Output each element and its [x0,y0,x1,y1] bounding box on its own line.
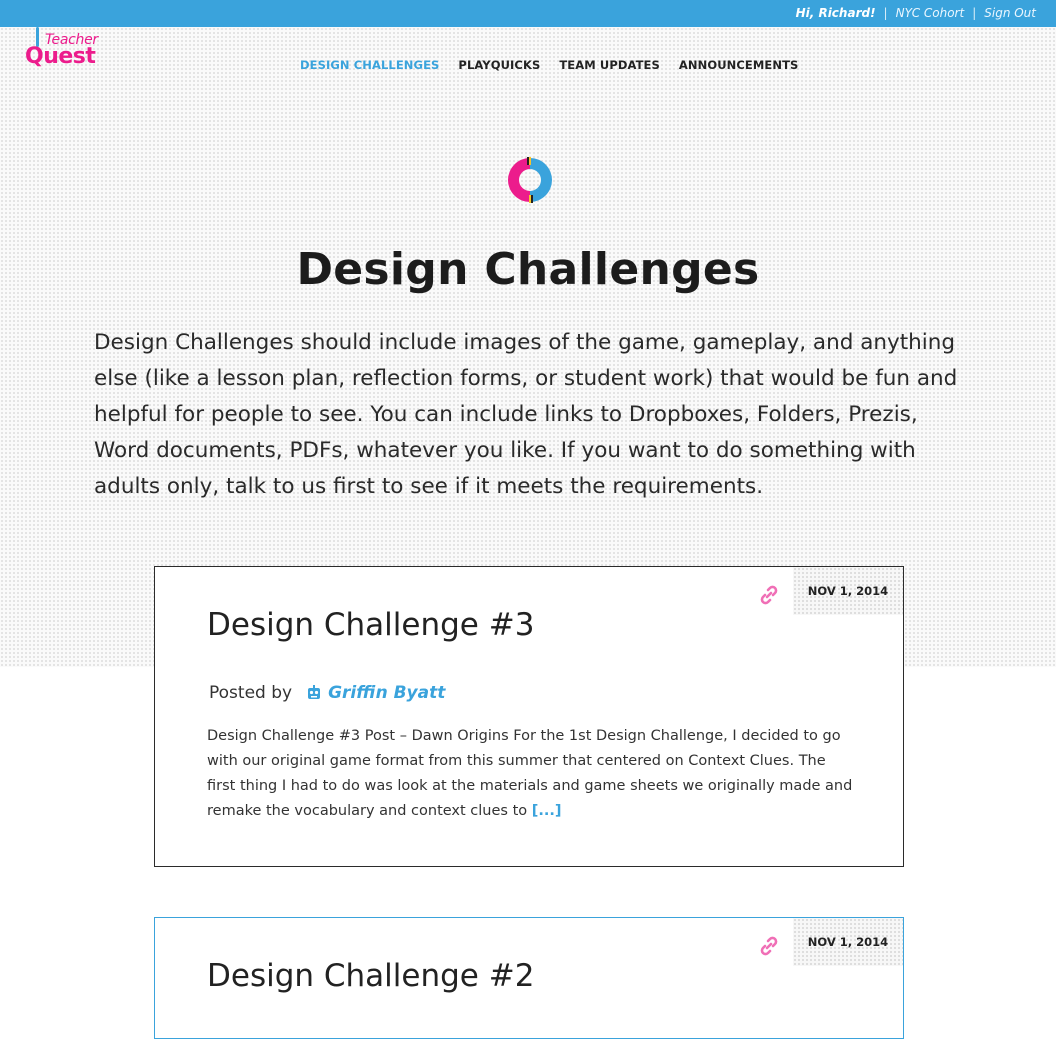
post-excerpt: Design Challenge #3 Post – Dawn Origins … [207,724,857,824]
post-card: NOV 1, 2014 Design Challenge #3 Posted b… [154,566,904,867]
post-excerpt-text: Design Challenge #3 Post – Dawn Origins … [207,728,853,819]
logo-quest-text: Quest [25,44,96,69]
post-card: NOV 1, 2014 Design Challenge #2 [154,917,904,1039]
posted-by-label: Posted by [209,683,293,703]
nav-item-design-challenges[interactable]: DESIGN CHALLENGES [300,58,439,72]
cohort-link[interactable]: NYC Cohort [896,6,965,20]
user-greeting: Hi, Richard! [795,6,876,20]
main-nav: DESIGN CHALLENGES PLAYQUICKS TEAM UPDATE… [300,58,798,72]
teacher-quest-logo[interactable]: Teacher Quest [25,27,115,75]
nav-item-team-updates[interactable]: TEAM UPDATES [559,58,660,72]
top-bar: Hi, Richard! | NYC Cohort | Sign Out [0,0,1056,27]
robot-avatar-icon [306,685,322,701]
post-title[interactable]: Design Challenge #2 [207,958,534,994]
read-more-link[interactable]: [...] [532,803,562,819]
post-byline: Posted by Griffin Byatt [209,683,445,703]
page-intro: Design Challenges should include images … [94,330,958,499]
nav-item-playquicks[interactable]: PLAYQUICKS [458,58,540,72]
design-challenge-icon [505,155,555,205]
separator: | [883,6,888,20]
nav-item-announcements[interactable]: ANNOUNCEMENTS [679,58,799,72]
post-date: NOV 1, 2014 [793,567,903,615]
page-title: Design Challenges [296,244,760,295]
sign-out-link[interactable]: Sign Out [984,6,1036,20]
separator: | [972,6,977,20]
link-icon[interactable] [757,583,781,607]
link-icon[interactable] [757,934,781,958]
post-author-link[interactable]: Griffin Byatt [328,683,445,703]
post-title[interactable]: Design Challenge #3 [207,607,534,643]
user-links: Hi, Richard! | NYC Cohort | Sign Out [796,6,1036,20]
post-date: NOV 1, 2014 [793,918,903,966]
